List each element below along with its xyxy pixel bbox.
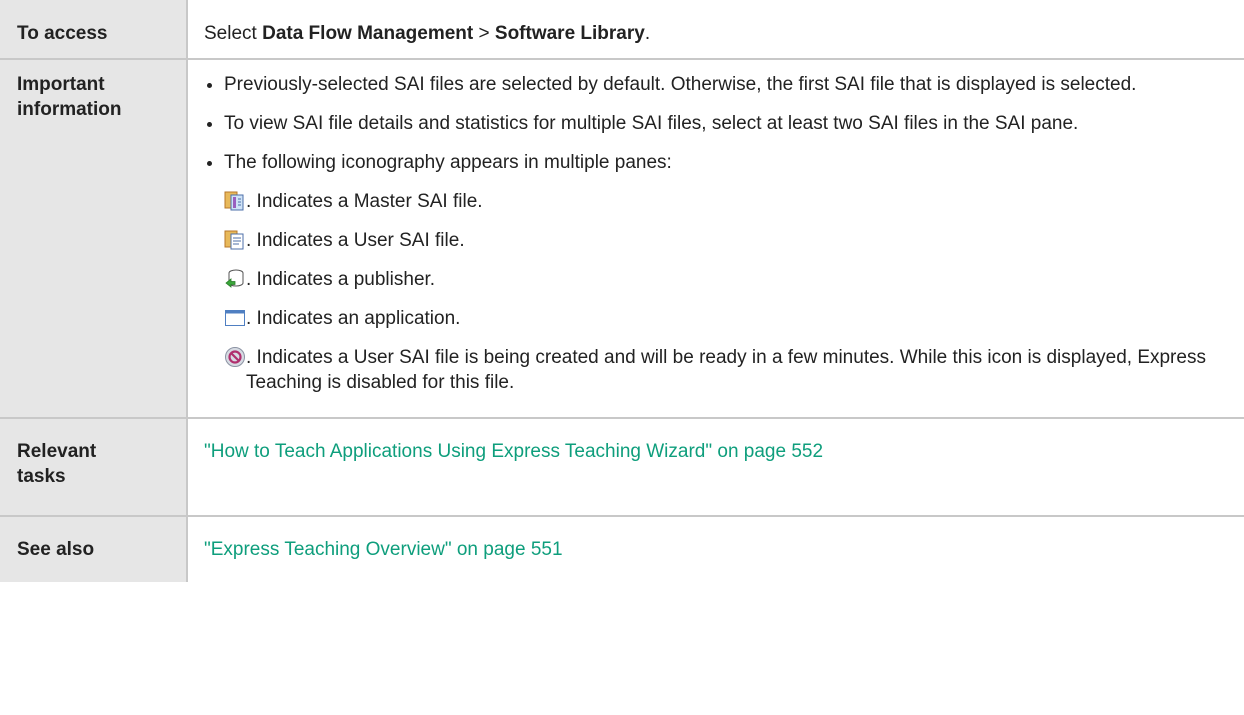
info-table: To access Select Data Flow Management > … xyxy=(0,0,1244,582)
table-row-relevant-tasks: Relevant tasks "How to Teach Application… xyxy=(0,418,1244,517)
master-sai-icon xyxy=(224,190,246,212)
row-label-line: Relevant xyxy=(17,441,97,462)
list-item: To view SAI file details and statistics … xyxy=(204,111,1224,136)
row-label: Relevant tasks xyxy=(0,418,188,517)
icon-legend-item: . Indicates a Master SAI file. xyxy=(224,189,1224,214)
menu-data-flow-management: Data Flow Management xyxy=(262,23,474,44)
icon-legend-item: . Indicates a User SAI file is being cre… xyxy=(224,345,1224,395)
menu-software-library: Software Library xyxy=(494,23,645,44)
menu-separator: > xyxy=(473,23,495,44)
application-icon xyxy=(224,307,246,329)
user-sai-icon xyxy=(224,229,246,251)
row-value: "How to Teach Applications Using Express… xyxy=(187,418,1244,517)
icon-legend-text: . Indicates an application. xyxy=(246,308,461,329)
link-express-teaching-overview[interactable]: "Express Teaching Overview" on page 551 xyxy=(204,539,563,560)
row-label: To access xyxy=(0,0,188,60)
in-progress-icon xyxy=(224,346,246,368)
row-value: Previously-selected SAI files are select… xyxy=(187,59,1244,419)
link-express-teaching-wizard[interactable]: "How to Teach Applications Using Express… xyxy=(204,441,823,462)
list-item: The following iconography appears in mul… xyxy=(204,150,1224,395)
row-label-line: tasks xyxy=(17,466,66,487)
bullet-list: Previously-selected SAI files are select… xyxy=(204,72,1224,395)
icon-legend-text: . Indicates a User SAI file is being cre… xyxy=(246,347,1206,393)
row-label: See also xyxy=(0,516,188,582)
icon-legend-text: . Indicates a publisher. xyxy=(246,269,436,290)
row-value: Select Data Flow Management > Software L… xyxy=(187,0,1244,60)
table-row-to-access: To access Select Data Flow Management > … xyxy=(0,0,1244,60)
icon-legend-item: . Indicates a publisher. xyxy=(224,267,1224,292)
list-item: Previously-selected SAI files are select… xyxy=(204,72,1224,97)
row-label-line: information xyxy=(17,99,122,120)
publisher-icon xyxy=(224,268,246,290)
access-suffix: . xyxy=(644,23,651,44)
icon-legend-text: . Indicates a Master SAI file. xyxy=(246,191,483,212)
table-row-see-also: See also "Express Teaching Overview" on … xyxy=(0,516,1244,582)
icon-legend-item: . Indicates a User SAI file. xyxy=(224,228,1224,253)
table-row-important-information: Important information Previously-selecte… xyxy=(0,59,1244,419)
row-value: "Express Teaching Overview" on page 551 xyxy=(187,516,1244,582)
row-label-line: Important xyxy=(17,74,105,95)
icon-legend-text: . Indicates a User SAI file. xyxy=(246,230,465,251)
row-label: Important information xyxy=(0,59,188,419)
icon-legend-item: . Indicates an application. xyxy=(224,306,1224,331)
access-prefix: Select xyxy=(204,23,263,44)
list-item-text: The following iconography appears in mul… xyxy=(224,152,672,173)
